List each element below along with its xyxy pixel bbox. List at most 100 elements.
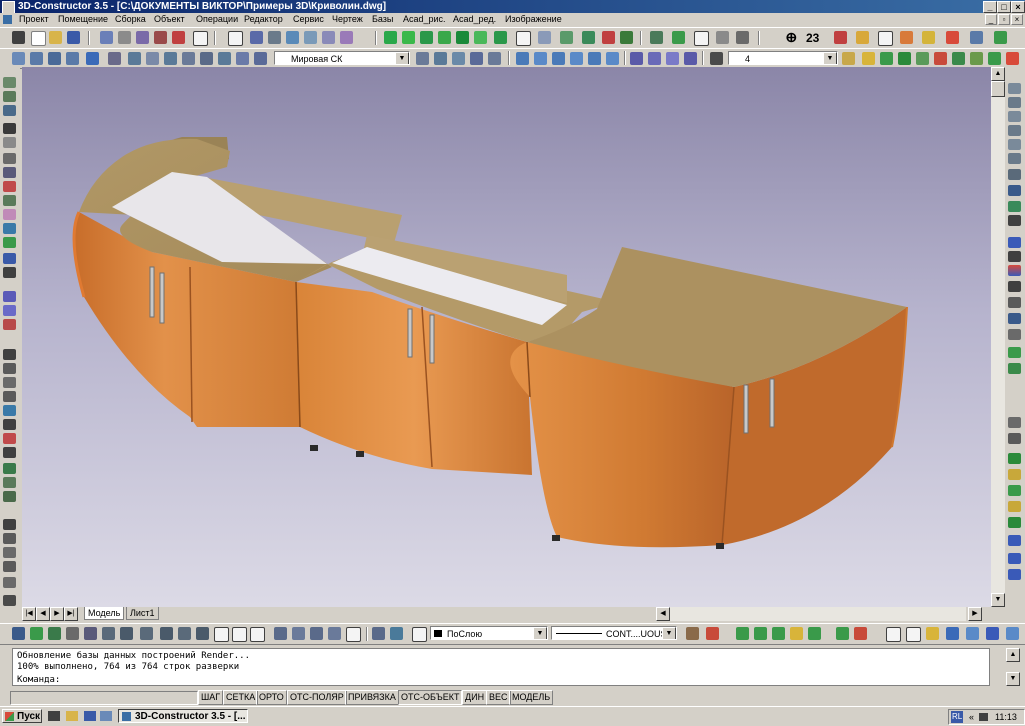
close-button[interactable]: × [1011, 1, 1025, 13]
ucs5-icon[interactable] [182, 52, 195, 65]
dim3-icon[interactable] [3, 319, 16, 330]
blue-pi-icon[interactable] [1008, 553, 1021, 564]
table-tool-icon[interactable] [538, 31, 551, 44]
red-tool-icon[interactable] [602, 31, 615, 44]
camera-icon[interactable] [898, 52, 911, 65]
lock-icon[interactable] [990, 691, 1004, 703]
b-tool-14-icon[interactable] [250, 627, 265, 642]
line-icon[interactable] [3, 105, 16, 116]
polyline-icon[interactable] [3, 181, 16, 192]
mirror-icon[interactable] [66, 52, 79, 65]
green-block-v2-icon[interactable] [1008, 485, 1021, 496]
block-icon[interactable] [3, 253, 16, 264]
measure-vertical-icon[interactable] [3, 349, 16, 360]
rotate-icon[interactable] [672, 31, 685, 44]
tab-next-icon[interactable]: ▶ [50, 607, 64, 621]
cross-v-icon[interactable] [3, 419, 16, 430]
mdi-minimize-button[interactable]: _ [985, 14, 997, 25]
view-front-icon[interactable] [534, 52, 547, 65]
blue-pi2-icon[interactable] [1008, 569, 1021, 580]
sheet-icon[interactable] [878, 31, 893, 46]
mdi-close-button[interactable]: × [1011, 14, 1023, 25]
orbit2-icon[interactable] [1008, 185, 1021, 196]
object-tool-icon[interactable] [340, 31, 353, 44]
bg-icon[interactable] [952, 52, 965, 65]
osnap-toggle[interactable]: ПРИВЯЗКА [345, 690, 399, 705]
green-door-icon[interactable] [494, 31, 507, 44]
numbering-icon[interactable]: 23 [806, 31, 819, 45]
texture-icon[interactable] [620, 31, 633, 44]
ucs-prev-icon[interactable] [416, 52, 429, 65]
b-tool-4-icon[interactable] [66, 627, 79, 640]
scissors-icon[interactable] [136, 31, 149, 44]
ucs-object-icon[interactable] [452, 52, 465, 65]
shade4-icon[interactable] [684, 52, 697, 65]
osnap-icon[interactable] [1008, 433, 1021, 444]
minimize-button[interactable]: _ [983, 1, 997, 13]
view-back-icon[interactable] [588, 52, 601, 65]
tab-prev-icon[interactable]: ◀ [36, 607, 50, 621]
material-icon[interactable] [582, 31, 595, 44]
measure-icon[interactable] [286, 31, 299, 44]
align-icon[interactable] [694, 31, 709, 46]
light-b-icon[interactable] [926, 627, 939, 640]
chevron-down-icon[interactable]: ▼ [533, 627, 547, 639]
document-icon[interactable] [3, 15, 12, 24]
snap-icon[interactable] [650, 31, 663, 44]
zoom-tool-icon[interactable] [268, 31, 281, 44]
b-tool-15-icon[interactable] [274, 627, 287, 640]
sort-az-icon[interactable]: ⴲ [786, 31, 797, 45]
layer-props-icon[interactable] [710, 52, 723, 65]
color-combo[interactable]: ПоСлою ▼ [430, 626, 548, 640]
view-left-icon[interactable] [552, 52, 565, 65]
zoom-window-icon[interactable] [1008, 97, 1021, 108]
layer-tool-icon[interactable] [322, 31, 335, 44]
tab-model[interactable]: Модель [84, 607, 125, 620]
ucs9-icon[interactable] [254, 52, 267, 65]
list-v-icon[interactable] [3, 405, 16, 416]
cross-icon[interactable] [154, 31, 167, 44]
layer-combo[interactable]: 4 ▼ [728, 51, 838, 65]
flag-7-icon[interactable] [854, 627, 867, 640]
undo-v-icon[interactable] [3, 577, 16, 588]
calculator-icon[interactable] [12, 31, 25, 44]
flag-1-icon[interactable] [736, 627, 749, 640]
properties-icon[interactable] [736, 31, 749, 44]
b-tool-5-icon[interactable] [84, 627, 97, 640]
swivel-icon[interactable] [1008, 201, 1021, 212]
materials-icon[interactable] [1006, 52, 1019, 65]
tab-last-icon[interactable]: ▶| [64, 607, 78, 621]
erase-icon[interactable] [3, 433, 16, 444]
shade2-icon[interactable] [648, 52, 661, 65]
otrack-toggle[interactable]: ОТС-ОБЪЕКТ [398, 690, 463, 705]
frame-b-icon[interactable] [886, 627, 901, 642]
snap-toggle[interactable]: ШАГ [198, 690, 224, 705]
ucs4-icon[interactable] [164, 52, 177, 65]
green-shape-icon[interactable] [420, 31, 433, 44]
status-menu-icon[interactable] [1008, 691, 1022, 703]
ortho-toggle[interactable]: ОРТО [256, 690, 287, 705]
view-iso-icon[interactable] [606, 52, 619, 65]
tab-sheet1[interactable]: Лист1 [126, 607, 159, 620]
square-icon[interactable] [1008, 237, 1021, 248]
b-tool-7-icon[interactable] [120, 627, 133, 640]
b-tool-16-icon[interactable] [292, 627, 305, 640]
zoom-in-icon[interactable] [1008, 111, 1021, 122]
view-tool-icon[interactable] [304, 31, 317, 44]
orange-tool-icon[interactable] [900, 31, 913, 44]
zoom-all-icon[interactable] [1008, 139, 1021, 150]
stretch-icon[interactable] [3, 463, 16, 474]
menu-acad-edit[interactable]: Acad_ред. [453, 13, 496, 26]
b-tool-1-icon[interactable] [12, 627, 25, 640]
green-dim-icon[interactable] [1008, 347, 1021, 358]
menu-assembly[interactable]: Сборка [115, 13, 146, 26]
fog-icon[interactable] [970, 52, 983, 65]
language-indicator[interactable]: RL [951, 711, 964, 723]
green-block-v-icon[interactable] [1008, 453, 1021, 464]
slash-icon[interactable] [3, 533, 16, 544]
horizontal-scroll-track[interactable] [670, 607, 966, 621]
zoom-extents-icon[interactable] [1008, 153, 1021, 164]
scroll-right-icon[interactable]: ▶ [968, 607, 982, 621]
render-icon[interactable] [560, 31, 573, 44]
hatch-icon[interactable] [3, 209, 16, 220]
